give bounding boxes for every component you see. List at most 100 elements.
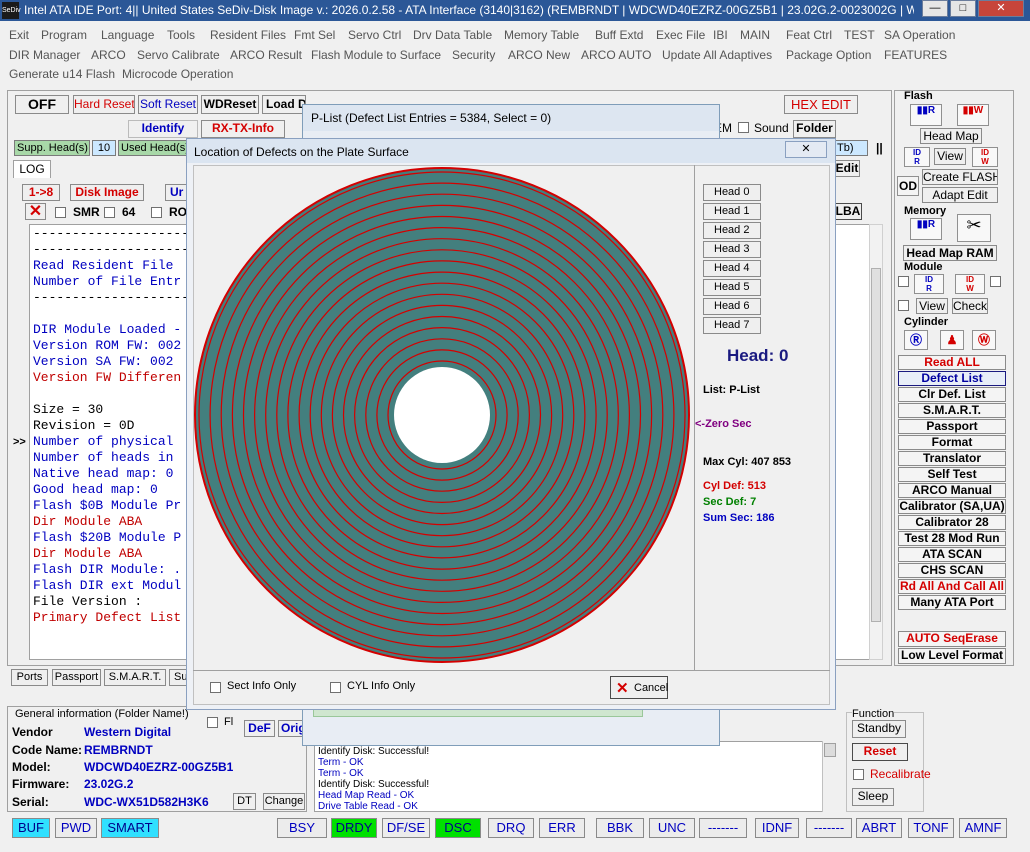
expand-arrow-icon[interactable]: >>	[13, 436, 26, 448]
menu-servo-ctrl[interactable]: Servo Ctrl	[348, 28, 401, 42]
menu-features[interactable]: FEATURES	[884, 48, 947, 62]
cyl-info-only-checkbox[interactable]	[330, 682, 341, 693]
soft-reset-button[interactable]: Soft Reset	[138, 95, 198, 114]
identify-button[interactable]: Identify	[128, 120, 198, 138]
create-flash-button[interactable]: Create FLASH	[922, 169, 998, 185]
menu-flash-module-to-surface[interactable]: Flash Module to Surface	[311, 48, 441, 62]
menu-arco-new[interactable]: ARCO New	[508, 48, 570, 62]
right-panel-button[interactable]: ARCO Manual	[898, 483, 1006, 498]
head-button[interactable]: Head 7	[703, 317, 761, 334]
menu-sa-operation[interactable]: SA Operation	[884, 28, 955, 42]
menu-resident-files[interactable]: Resident Files	[210, 28, 286, 42]
id-read-icon[interactable]: ID R	[904, 147, 930, 167]
cancel-button[interactable]: ✕ Cancel	[610, 676, 668, 699]
fl-checkbox[interactable]	[207, 717, 218, 728]
menu-arco-auto[interactable]: ARCO AUTO	[581, 48, 651, 62]
hard-reset-button[interactable]: Hard Reset	[73, 95, 135, 114]
cylinder-write-icon[interactable]: Ⓦ	[972, 330, 996, 350]
menu-feat-ctrl[interactable]: Feat Ctrl	[786, 28, 832, 42]
platter-surface[interactable]	[193, 166, 693, 669]
flash-read-icon[interactable]: ▮▮R	[910, 104, 942, 126]
menu-program[interactable]: Program	[41, 28, 87, 42]
minimize-button[interactable]: —	[922, 0, 948, 17]
menu-fmt-sel[interactable]: Fmt Sel	[294, 28, 335, 42]
head-button[interactable]: Head 4	[703, 260, 761, 277]
standby-button[interactable]: Standby	[852, 720, 906, 738]
module-write-icon[interactable]: ID W	[955, 274, 985, 294]
right-panel-button[interactable]: Self Test	[898, 467, 1006, 482]
module-checkbox-3[interactable]	[898, 300, 909, 311]
head-button[interactable]: Head 5	[703, 279, 761, 296]
head-button[interactable]: Head 0	[703, 184, 761, 201]
splitter-handle[interactable]: ||	[876, 141, 883, 155]
menu-arco-result[interactable]: ARCO Result	[230, 48, 302, 62]
head-button[interactable]: Head 1	[703, 203, 761, 220]
menu-arco[interactable]: ARCO	[91, 48, 126, 62]
sound-checkbox[interactable]	[738, 122, 749, 133]
change-button[interactable]: Change	[263, 793, 305, 810]
off-button[interactable]: OFF	[15, 95, 69, 114]
auto-seqerase-button[interactable]: AUTO SeqErase	[898, 631, 1006, 647]
wdreset-button[interactable]: WDReset	[201, 95, 259, 114]
head-map-button[interactable]: Head Map	[920, 128, 982, 144]
tab-smart[interactable]: S.M.A.R.T.	[104, 669, 166, 686]
low-level-format-button[interactable]: Low Level Format	[898, 648, 1006, 664]
id-write-icon[interactable]: ID W	[972, 147, 998, 167]
close-button[interactable]: ✕	[978, 0, 1024, 17]
menu-language[interactable]: Language	[101, 28, 154, 42]
view-button[interactable]: View	[934, 148, 966, 165]
menu-test[interactable]: TEST	[844, 28, 875, 42]
memory-tools-icon[interactable]: ✂	[957, 214, 991, 242]
menu-main[interactable]: MAIN	[740, 28, 770, 42]
right-panel-button[interactable]: Defect List	[898, 371, 1006, 386]
menu-dir-manager[interactable]: DIR Manager	[9, 48, 80, 62]
log-scrollbar-thumb[interactable]	[871, 268, 881, 622]
right-panel-button[interactable]: Clr Def. List	[898, 387, 1006, 402]
head-map-ram-button[interactable]: Head Map RAM	[903, 245, 997, 261]
module-checkbox-1[interactable]	[898, 276, 909, 287]
lba-button[interactable]: LBA	[834, 203, 862, 220]
one-to-eight-button[interactable]: 1->8	[22, 184, 60, 201]
menu-update-all-adaptives[interactable]: Update All Adaptives	[662, 48, 772, 62]
hex-edit-button[interactable]: HEX EDIT	[784, 95, 858, 114]
menu-tools[interactable]: Tools	[167, 28, 195, 42]
menu-exec-file[interactable]: Exec File	[656, 28, 705, 42]
menu-generate-u14-flash[interactable]: Generate u14 Flash	[9, 67, 115, 81]
tab-passport[interactable]: Passport	[52, 669, 101, 686]
sleep-button[interactable]: Sleep	[852, 788, 894, 806]
def-button[interactable]: DeF	[244, 720, 275, 737]
right-panel-button[interactable]: Rd All And Call All	[898, 579, 1006, 594]
menu-package-option[interactable]: Package Option	[786, 48, 871, 62]
menu-servo-calibrate[interactable]: Servo Calibrate	[137, 48, 220, 62]
module-view-button[interactable]: View	[916, 298, 948, 314]
right-panel-button[interactable]: Read ALL	[898, 355, 1006, 370]
right-panel-button[interactable]: Calibrator 28	[898, 515, 1006, 530]
n64-checkbox[interactable]	[104, 207, 115, 218]
module-checkbox-2[interactable]	[990, 276, 1001, 287]
load-d-button[interactable]: Load D	[262, 95, 306, 114]
right-panel-button[interactable]: Test 28 Mod Run	[898, 531, 1006, 546]
flash-write-icon[interactable]: ▮▮W	[957, 104, 989, 126]
tab-ports[interactable]: Ports	[11, 669, 48, 686]
edit-button[interactable]: Edit	[834, 160, 860, 177]
reset-button[interactable]: Reset	[852, 743, 908, 761]
module-check-button[interactable]: Check	[952, 298, 988, 314]
rx-tx-info-button[interactable]: RX-TX-Info	[201, 120, 285, 138]
recalibrate-checkbox[interactable]	[853, 769, 864, 780]
right-panel-button[interactable]: Format	[898, 435, 1006, 450]
defects-dialog-close-button[interactable]: ✕	[785, 141, 827, 158]
dt-button[interactable]: DT	[233, 793, 256, 810]
memory-read-icon[interactable]: ▮▮R	[910, 218, 942, 240]
head-button[interactable]: Head 6	[703, 298, 761, 315]
right-panel-button[interactable]: Passport	[898, 419, 1006, 434]
orig-button[interactable]: Orig	[278, 720, 304, 737]
menu-exit[interactable]: Exit	[9, 28, 29, 42]
menu-buff-extd[interactable]: Buff Extd	[595, 28, 643, 42]
ro-checkbox[interactable]	[151, 207, 162, 218]
right-panel-button[interactable]: ATA SCAN	[898, 547, 1006, 562]
right-panel-button[interactable]: CHS SCAN	[898, 563, 1006, 578]
status-log-scroll-thumb[interactable]	[824, 743, 836, 757]
disk-image-button[interactable]: Disk Image	[70, 184, 144, 201]
adapt-edit-button[interactable]: Adapt Edit	[922, 187, 998, 203]
menu-drv-data-table[interactable]: Drv Data Table	[413, 28, 492, 42]
